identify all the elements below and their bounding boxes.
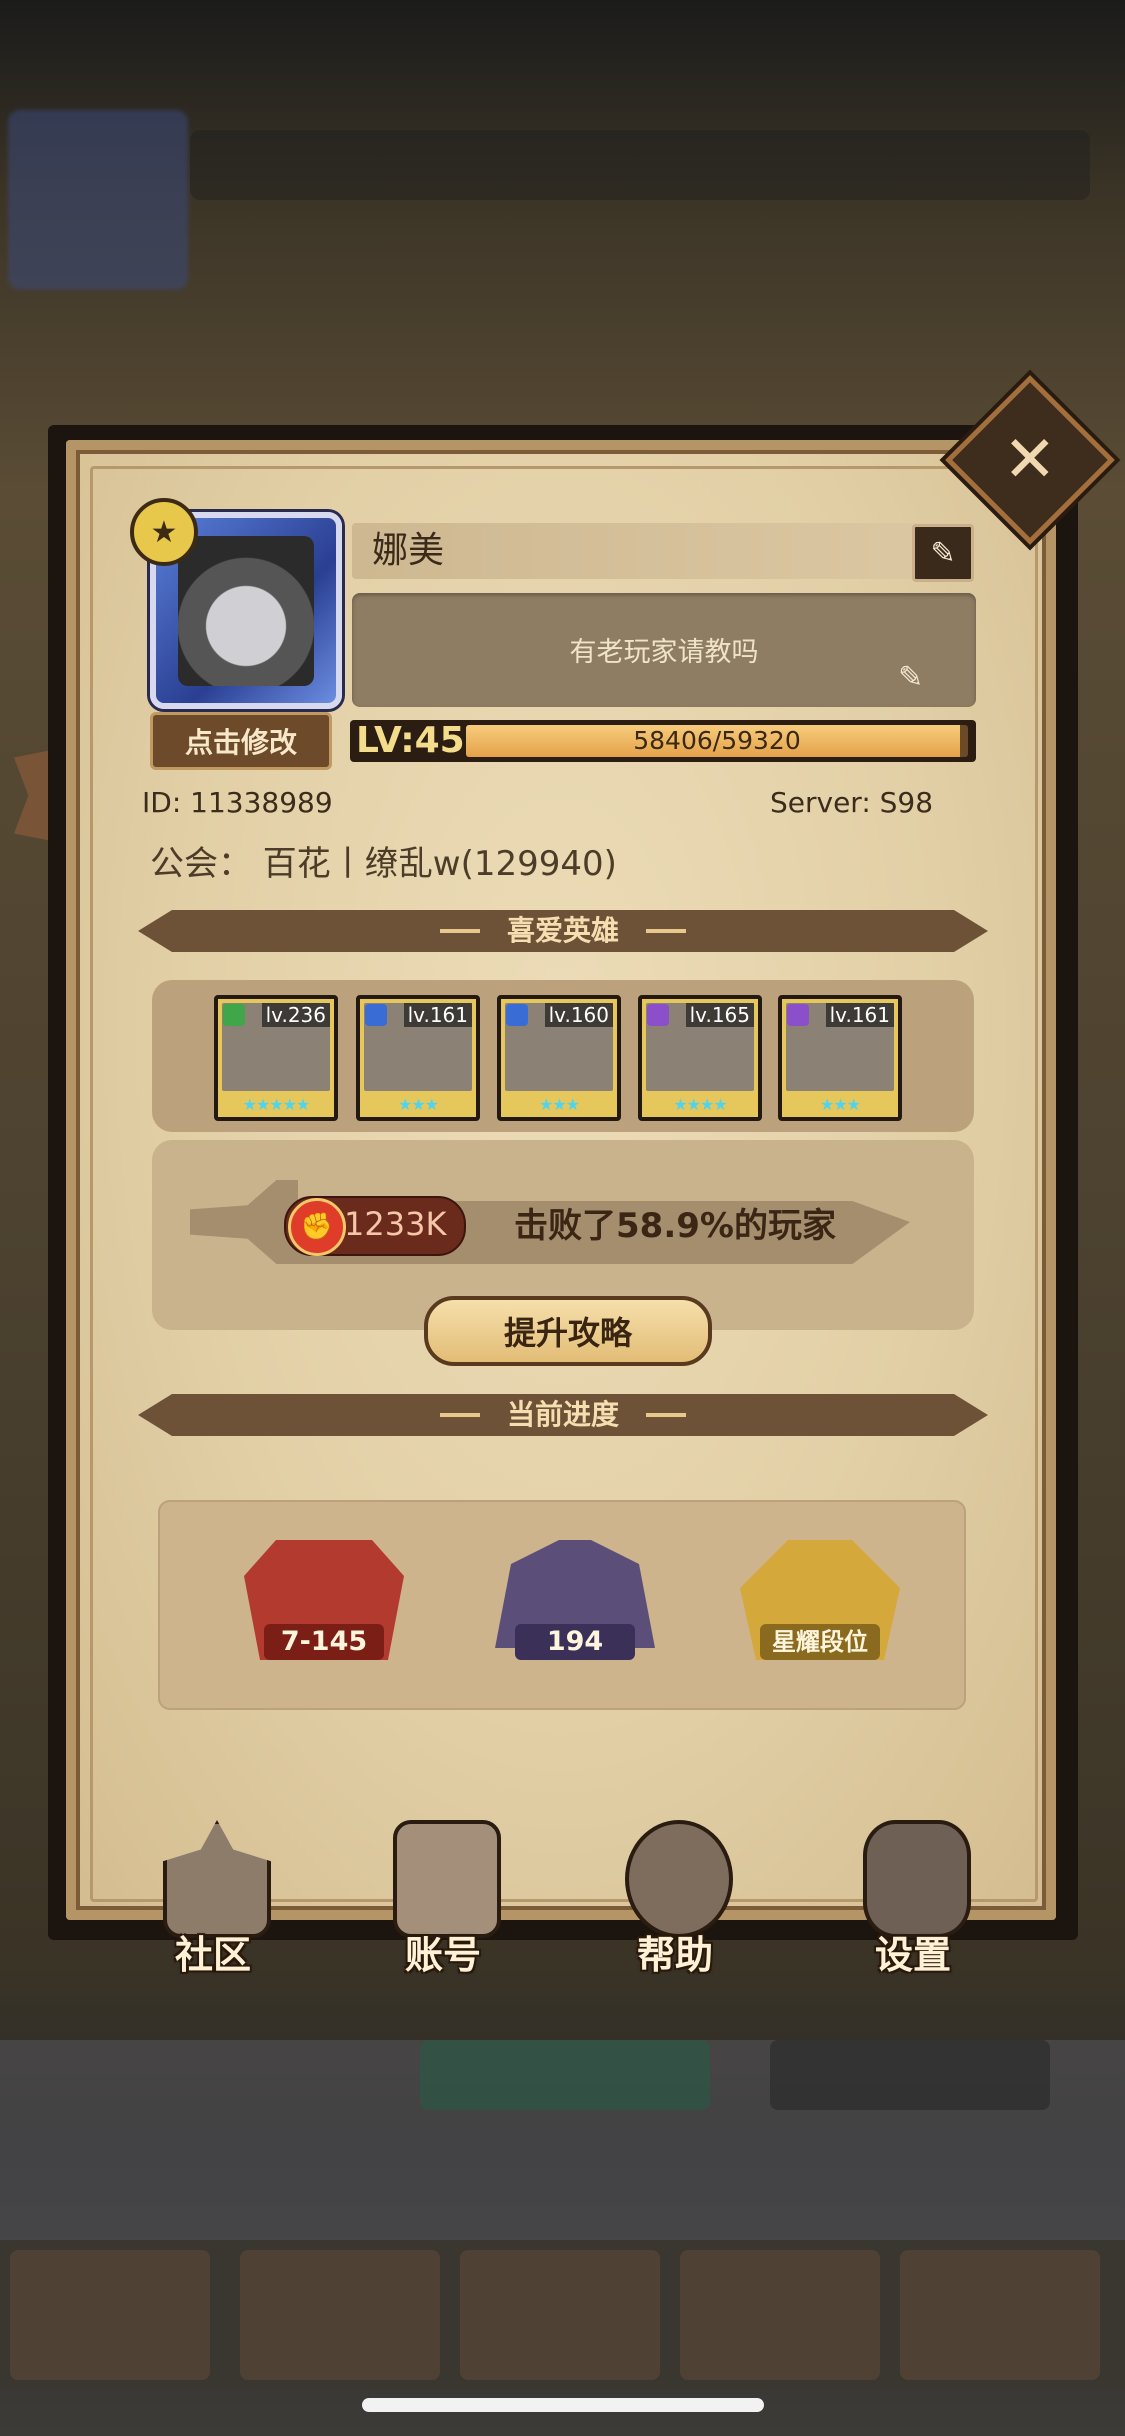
avatar-portrait xyxy=(178,536,314,686)
hero-class-icon xyxy=(506,1004,528,1026)
hero-stars: ★★★★★ xyxy=(242,1095,311,1114)
arena-progress[interactable]: 星耀段位 xyxy=(720,1540,920,1670)
arena-rank: 星耀段位 xyxy=(760,1624,880,1660)
background-nav-tile xyxy=(240,2250,440,2380)
close-icon: ✕ xyxy=(1003,423,1057,497)
edit-name-button[interactable]: ✎ xyxy=(912,524,974,582)
hero-level: lv.236 xyxy=(261,1003,330,1027)
edit-signature-icon[interactable]: ✎ xyxy=(898,660,923,695)
server-label: Server: S98 xyxy=(770,786,934,819)
tower-floor: 194 xyxy=(515,1624,635,1660)
hero-stars: ★★★★ xyxy=(673,1095,727,1114)
signature-text: 有老玩家请教吗 xyxy=(569,637,759,668)
hero-level: lv.161 xyxy=(825,1003,894,1027)
nav-settings[interactable]: 设置 xyxy=(838,1820,988,1985)
favorite-hero-slot[interactable]: lv.160 ★★★ xyxy=(497,995,621,1121)
level-label: LV:45 xyxy=(356,720,465,761)
chat-bubble-icon xyxy=(625,1820,733,1938)
campaign-stage: 7-145 xyxy=(264,1624,384,1660)
background-resource-bar xyxy=(190,130,1090,200)
nav-account-label: 账号 xyxy=(404,1933,481,1977)
gear-icon xyxy=(863,1820,971,1938)
pencil-icon: ✎ xyxy=(930,535,956,571)
guild-info: 公会： 百花丨缭乱w(129940) xyxy=(150,844,617,884)
hero-level: lv.165 xyxy=(685,1003,754,1027)
tower-progress[interactable]: 194 xyxy=(475,1540,675,1670)
hero-stars: ★★★ xyxy=(538,1095,580,1114)
hero-class-icon xyxy=(365,1004,387,1026)
background-button xyxy=(420,2040,710,2110)
power-value: 1233K xyxy=(344,1205,447,1243)
hero-stars: ★★★ xyxy=(819,1095,861,1114)
nav-community[interactable]: 社区 xyxy=(138,1820,288,1985)
edit-avatar-button[interactable]: 点击修改 xyxy=(150,712,332,770)
avatar-frame-badge-icon: ★ xyxy=(130,498,198,566)
background-nav-tile xyxy=(900,2250,1100,2380)
home-indicator xyxy=(362,2398,764,2412)
nav-account[interactable]: 账号 xyxy=(368,1820,518,1985)
favorite-hero-slot[interactable]: lv.236 ★★★★★ xyxy=(214,995,338,1121)
favorite-hero-slot[interactable]: lv.161 ★★★ xyxy=(356,995,480,1121)
hero-stars: ★★★ xyxy=(397,1095,439,1114)
background-button xyxy=(770,2040,1050,2110)
nav-help[interactable]: 帮助 xyxy=(600,1820,750,1985)
hero-class-icon xyxy=(223,1004,245,1026)
favorite-hero-slot[interactable]: lv.161 ★★★ xyxy=(778,995,902,1121)
player-name-field xyxy=(352,523,972,579)
castle-icon xyxy=(163,1820,271,1938)
background-avatar xyxy=(8,110,188,290)
hero-class-icon xyxy=(647,1004,669,1026)
current-progress-title: 当前进度 xyxy=(506,1398,619,1431)
hero-level: lv.160 xyxy=(544,1003,613,1027)
favorite-hero-slot[interactable]: lv.165 ★★★★ xyxy=(638,995,762,1121)
background-nav-tile xyxy=(10,2250,210,2380)
nav-settings-label: 设置 xyxy=(874,1933,951,1977)
account-card-icon xyxy=(393,1820,501,1938)
hero-level: lv.161 xyxy=(403,1003,472,1027)
background-nav-tile xyxy=(460,2250,660,2380)
defeat-percentage: 击败了58.9%的玩家 xyxy=(514,1206,836,1246)
campaign-progress[interactable]: 7-145 xyxy=(224,1540,424,1670)
fist-icon: ✊ xyxy=(288,1198,346,1256)
player-name: 娜美 xyxy=(372,530,445,571)
nav-community-label: 社区 xyxy=(174,1933,251,1977)
background-nav-tile xyxy=(680,2250,880,2380)
nav-help-label: 帮助 xyxy=(636,1933,713,1977)
hero-class-icon xyxy=(787,1004,809,1026)
strategy-button[interactable]: 提升攻略 xyxy=(424,1296,712,1366)
player-id: ID: 11338989 xyxy=(142,786,333,819)
exp-text: 58406/59320 xyxy=(633,726,801,755)
favorite-heroes-title: 喜爱英雄 xyxy=(506,914,619,947)
